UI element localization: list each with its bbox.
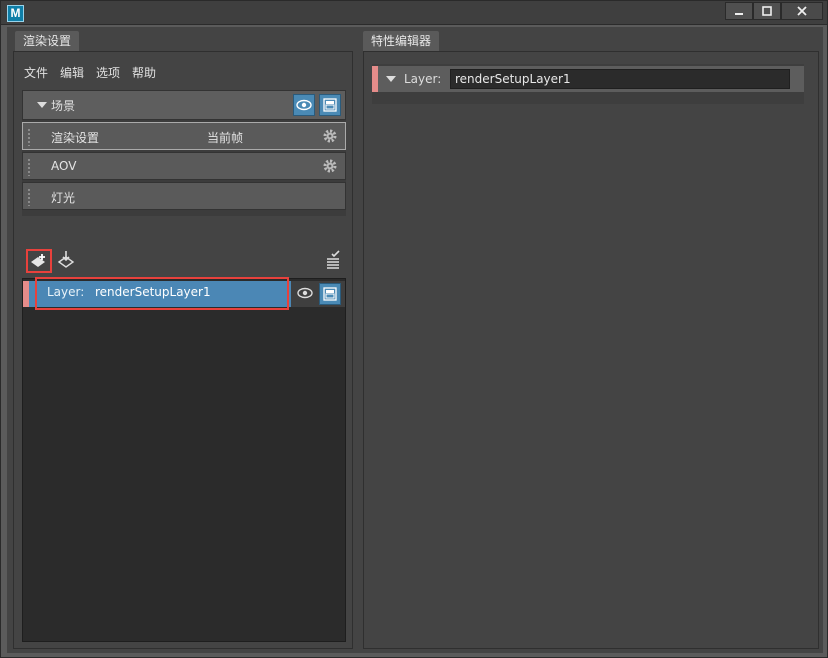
close-button[interactable] xyxy=(781,2,823,20)
row-label: AOV xyxy=(51,159,77,173)
drag-grip-icon[interactable] xyxy=(27,188,31,206)
menu-bar: 文件 编辑 选项 帮助 xyxy=(24,64,156,81)
menu-options[interactable]: 选项 xyxy=(96,64,120,81)
scene-visibility-toggle[interactable] xyxy=(293,94,315,116)
gear-icon[interactable] xyxy=(321,157,339,175)
layer-toggles xyxy=(291,281,345,307)
attribute-editor-panel: Layer: renderSetupLayer1 xyxy=(363,51,819,649)
clapboard-icon xyxy=(323,98,337,112)
import-layer-icon xyxy=(57,251,75,268)
minimize-button[interactable] xyxy=(725,2,753,20)
row-label: 灯光 xyxy=(51,191,76,205)
scene-section: 场景 渲染设置 当前帧 AOV 灯光 xyxy=(22,90,346,216)
attribute-label: Layer: xyxy=(404,72,442,86)
window-controls xyxy=(725,2,823,20)
title-bar[interactable]: M xyxy=(1,1,827,25)
menu-help[interactable]: 帮助 xyxy=(132,64,156,81)
tab-attribute-editor[interactable]: 特性编辑器 xyxy=(363,31,440,51)
drag-grip-icon[interactable] xyxy=(27,158,31,176)
scene-header[interactable]: 场景 xyxy=(22,90,346,120)
close-icon xyxy=(797,6,807,16)
drag-grip-icon[interactable] xyxy=(27,128,31,146)
current-frame-label: 当前帧 xyxy=(207,131,244,145)
layer-name-field[interactable]: renderSetupLayer1 xyxy=(450,69,790,89)
maximize-icon xyxy=(762,6,772,16)
eye-icon[interactable] xyxy=(297,286,313,300)
render-setup-panel: 文件 编辑 选项 帮助 场景 渲染设置 当前帧 AOV 灯光 Layer: re… xyxy=(13,51,353,649)
layer-prefix: Layer: xyxy=(47,285,85,299)
eye-icon xyxy=(296,99,312,111)
attribute-section: Layer: renderSetupLayer1 xyxy=(372,64,804,104)
import-layer-button[interactable] xyxy=(56,250,76,273)
render-layer-row[interactable]: Layer: renderSetupLayer1 xyxy=(23,277,345,310)
scene-row-aov[interactable]: AOV xyxy=(22,152,346,180)
scene-row-render-settings[interactable]: 渲染设置 当前帧 xyxy=(22,122,346,150)
tab-render-settings[interactable]: 渲染设置 xyxy=(15,31,80,51)
layer-marker xyxy=(23,281,29,307)
checklist-icon xyxy=(327,250,340,269)
window-client: 渲染设置 特性编辑器 文件 编辑 选项 帮助 场景 渲染设置 当前帧 AOV 灯… xyxy=(7,27,823,653)
render-setup-window: M 渲染设置 特性编辑器 文件 编辑 选项 帮助 场景 渲染设置 当前帧 AOV… xyxy=(0,0,828,658)
layer-toolbar xyxy=(22,246,346,274)
create-render-layer-button[interactable] xyxy=(26,249,52,273)
attribute-header[interactable]: Layer: renderSetupLayer1 xyxy=(372,66,804,92)
layer-highlight-frame: Layer: renderSetupLayer1 xyxy=(35,277,289,310)
collapse-arrow-icon[interactable] xyxy=(37,102,47,108)
scene-row-lights[interactable]: 灯光 xyxy=(22,182,346,210)
maya-app-icon: M xyxy=(7,5,24,22)
layer-options-button[interactable] xyxy=(324,250,342,273)
layer-name[interactable]: renderSetupLayer1 xyxy=(95,285,211,299)
row-label: 渲染设置 xyxy=(51,131,100,145)
collapse-arrow-icon[interactable] xyxy=(386,76,396,82)
menu-file[interactable]: 文件 xyxy=(24,64,48,81)
layer-marker xyxy=(372,66,378,92)
gear-icon[interactable] xyxy=(321,127,339,145)
minimize-icon xyxy=(735,13,743,15)
clapboard-icon xyxy=(323,287,337,301)
menu-edit[interactable]: 编辑 xyxy=(60,64,84,81)
scene-label: 场景 xyxy=(51,99,76,113)
maximize-button[interactable] xyxy=(753,2,781,20)
render-layers-list[interactable]: Layer: renderSetupLayer1 xyxy=(22,277,346,642)
add-layer-icon xyxy=(31,254,45,267)
layer-renderable-toggle[interactable] xyxy=(319,283,341,305)
scene-renderable-toggle[interactable] xyxy=(319,94,341,116)
